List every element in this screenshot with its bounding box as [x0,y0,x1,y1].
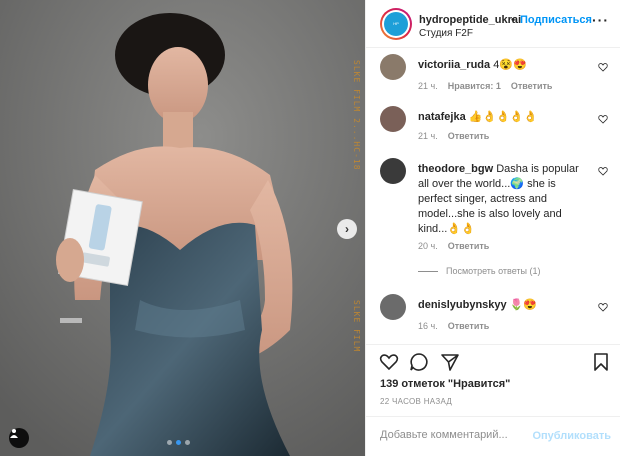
post-timestamp[interactable]: 22 ЧАСОВ НАЗАД [380,397,452,406]
comment-time[interactable]: 21 ч. [418,131,438,141]
replies-divider [418,270,438,272]
bookmark-icon[interactable] [591,352,611,372]
avatar[interactable] [380,54,406,80]
carousel-dot-active [176,440,181,445]
reply-button[interactable]: Ответить [448,321,490,331]
comment-meta: 16 ч. Ответить [418,321,489,331]
view-replies-label: Посмотреть ответы (1) [446,266,541,276]
comment-item: theodore_bgw Dasha is popular all over t… [380,158,616,258]
heart-icon[interactable] [598,166,608,176]
share-icon[interactable] [440,352,460,372]
reply-button[interactable]: Ответить [448,241,490,251]
user-icon [10,429,18,438]
separator-dot: • [511,14,515,26]
photo-illustration [0,0,365,456]
comment-meta: 20 ч. Ответить [418,241,489,251]
publish-button[interactable]: Опубликовать [532,430,611,442]
film-border-text: SLKE FILM 2...HC-18 [352,60,361,171]
carousel-next-button[interactable]: › [337,219,357,239]
reply-button[interactable]: Ответить [511,81,553,91]
film-border-text: SLKE FILM [352,300,361,353]
add-comment-bar: Опубликовать [366,416,620,456]
follow-button[interactable]: Подписаться [520,14,592,26]
comment-meta: 21 ч. Нравится: 1 Ответить [418,81,552,91]
comment-body: denislyubynskyy 🌷😍 [418,298,588,313]
heart-icon[interactable] [598,302,608,312]
avatar[interactable] [380,106,406,132]
brand-logo: HP [384,12,408,36]
post-side-panel: HP hydropeptide_ukrai • Подписаться Студ… [365,0,620,456]
comment-text: 🌷😍 [509,299,538,311]
avatar[interactable] [380,158,406,184]
heart-icon[interactable] [598,114,608,124]
carousel-dot [167,440,172,445]
comment-item: victoriia_ruda 4😵😍 21 ч. Нравится: 1 Отв… [380,54,616,94]
comment-body: victoriia_ruda 4😵😍 [418,58,588,73]
view-replies-button[interactable]: Посмотреть ответы (1) [418,266,541,276]
comments-list: victoriia_ruda 4😵😍 21 ч. Нравится: 1 Отв… [366,48,620,344]
comment-body: theodore_bgw Dasha is popular all over t… [418,162,588,237]
comment-input[interactable] [380,429,530,441]
comment-icon[interactable] [409,352,429,372]
comment-username[interactable]: victoriia_ruda [418,59,490,71]
comment-likes[interactable]: Нравится: 1 [448,81,501,91]
comment-username[interactable]: theodore_bgw [418,163,493,175]
header-username[interactable]: hydropeptide_ukrai [419,14,521,26]
comment-time[interactable]: 16 ч. [418,321,438,331]
comment-text: 👍👌👌👌👌 [468,111,538,123]
comment-time[interactable]: 21 ч. [418,81,438,91]
comment-text: 4😵😍 [493,59,527,71]
carousel-indicator [167,440,190,445]
comment-meta: 21 ч. Ответить [418,131,489,141]
chevron-right-icon: › [345,222,349,236]
heart-icon[interactable] [598,62,608,72]
comment-body: natafejka 👍👌👌👌👌 [418,110,588,125]
avatar[interactable] [380,294,406,320]
post-header: HP hydropeptide_ukrai • Подписаться Студ… [366,0,620,48]
comment-item: denislyubynskyy 🌷😍 16 ч. Ответить [380,294,616,334]
comment-username[interactable]: denislyubynskyy [418,299,507,311]
comment-item: natafejka 👍👌👌👌👌 21 ч. Ответить [380,106,616,146]
comment-time[interactable]: 20 ч. [418,241,438,251]
profile-avatar[interactable]: HP [380,8,412,40]
post-photo[interactable]: SLKE FILM 2...HC-18 SLKE FILM › [0,0,365,456]
comment-username[interactable]: natafejka [418,111,466,123]
reply-button[interactable]: Ответить [448,131,490,141]
carousel-dot [185,440,190,445]
post-actions [366,344,620,374]
post-location[interactable]: Студия F2F [419,28,473,39]
likes-count[interactable]: 139 отметок "Нравится" [380,378,510,390]
tagged-users-button[interactable] [9,428,29,448]
more-horizontal-icon[interactable]: ··· [592,12,609,28]
heart-icon[interactable] [379,352,399,372]
